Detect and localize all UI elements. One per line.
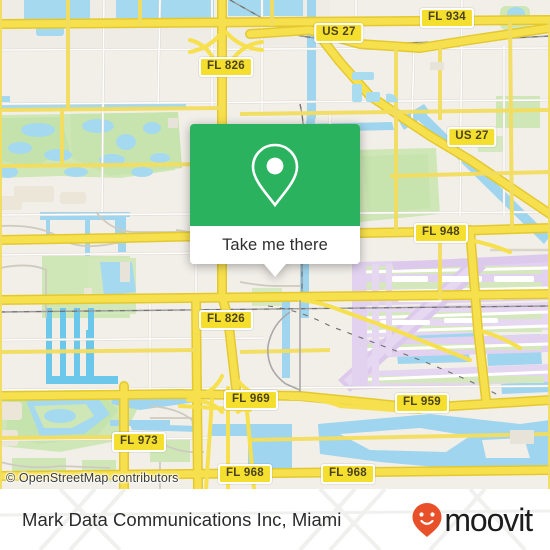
popup-card[interactable]: Take me there xyxy=(190,124,360,264)
map-pin-icon xyxy=(251,143,299,208)
shield-fl-968-left: FL 968 xyxy=(217,464,273,484)
shield-fl-826-top: FL 826 xyxy=(198,57,254,77)
moovit-smiley-pin-icon xyxy=(412,502,442,537)
map-attribution: © OpenStreetMap contributors xyxy=(6,471,179,485)
footer-bar: Mark Data Communications Inc, Miami moov… xyxy=(0,489,550,550)
map-canvas[interactable]: FL 934 US 27 FL 826 US 27 FL 948 FL 826 FL 969… xyxy=(0,0,550,489)
shield-fl-934: FL 934 xyxy=(419,8,475,28)
take-me-there-popup[interactable]: Take me there xyxy=(190,124,360,277)
shield-fl-959: FL 959 xyxy=(394,393,450,413)
footer-content: Mark Data Communications Inc, Miami moov… xyxy=(0,489,550,550)
shield-us-27-mid: US 27 xyxy=(447,127,497,147)
moovit-wordmark: moovit xyxy=(444,501,533,538)
moovit-brand[interactable]: moovit xyxy=(411,501,533,538)
popup-action-row[interactable]: Take me there xyxy=(190,226,360,264)
popup-pointer-tail xyxy=(264,264,286,277)
moovit-map-page: FL 934 US 27 FL 826 US 27 FL 948 FL 826 FL 969… xyxy=(0,0,550,550)
popup-icon-area xyxy=(190,124,360,226)
shield-fl-968-right: FL 968 xyxy=(320,464,376,484)
shield-fl-948: FL 948 xyxy=(413,223,469,243)
shield-fl-969: FL 969 xyxy=(223,390,279,410)
shield-fl-973: FL 973 xyxy=(111,432,167,452)
place-title: Mark Data Communications Inc, Miami xyxy=(22,508,342,530)
shield-fl-826-mid: FL 826 xyxy=(198,310,254,330)
take-me-there-label: Take me there xyxy=(222,235,328,254)
shield-us-27-top: US 27 xyxy=(314,23,364,43)
